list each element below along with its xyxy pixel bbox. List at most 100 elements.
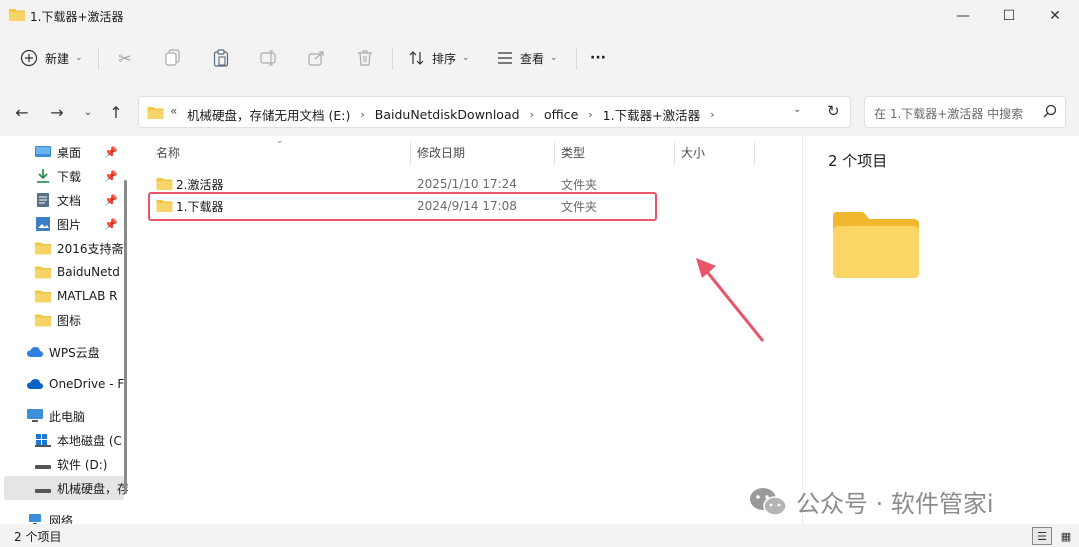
delete-button[interactable] [354, 44, 376, 72]
back-button[interactable]: ← [10, 100, 34, 124]
new-button[interactable]: 新建 ⌄ [18, 44, 83, 72]
chevron-down-icon: ⌄ [75, 53, 83, 63]
minimize-button[interactable]: — [940, 0, 986, 32]
column-divider[interactable] [554, 142, 555, 166]
chevron-down-icon: ⌄ [550, 53, 558, 63]
folder-icon [35, 266, 51, 279]
maximize-icon: ☐ [1002, 8, 1016, 24]
maximize-button[interactable]: ☐ [986, 0, 1032, 32]
plus-circle-icon [18, 47, 40, 69]
share-icon [306, 47, 328, 69]
search-box[interactable]: 在 1.下载器+激活器 中搜索 [864, 96, 1066, 128]
breadcrumb-item[interactable]: 机械硬盘，存储无用文档 (E:) [187, 105, 350, 124]
recent-locations-button[interactable]: ⌄ [76, 100, 100, 124]
tiles-view-button[interactable]: ▦ [1056, 527, 1076, 545]
file-list: ⌄ 名称 修改日期 类型 大小 2.激活器 2025/1/10 17:24 文件… [140, 136, 800, 524]
sort-label: 排序 [432, 51, 457, 66]
nav-item-desktop[interactable]: 桌面 [35, 141, 81, 163]
drive-icon [35, 489, 51, 493]
sort-button[interactable]: 排序 ⌄ [406, 44, 470, 72]
paste-button[interactable] [210, 44, 232, 72]
nav-item-documents[interactable]: 文档 [35, 189, 81, 211]
nav-item-network[interactable]: 网络 [27, 509, 73, 524]
nav-label: BaiduNetd [57, 265, 120, 279]
address-history-chevron-icon[interactable]: ⌄ [793, 104, 801, 115]
nav-item-wps-cloud[interactable]: WPS云盘 [27, 341, 100, 363]
rename-button[interactable] [258, 44, 280, 72]
breadcrumb-overflow[interactable]: « [170, 104, 177, 118]
nav-item-onedrive[interactable]: OneDrive - F [27, 373, 124, 395]
table-row[interactable]: 2.激活器 2025/1/10 17:24 文件夹 [154, 174, 664, 194]
copy-icon [162, 47, 184, 69]
cut-button[interactable]: ✂ [114, 44, 136, 72]
refresh-icon[interactable]: ↻ [827, 102, 840, 120]
arrow-right-icon: → [50, 102, 64, 122]
chevron-right-icon[interactable]: › [530, 108, 534, 121]
nav-scrollbar[interactable] [124, 180, 127, 494]
nav-label: MATLAB R [57, 289, 118, 303]
nav-item-folder[interactable]: 2016支持斋 [35, 237, 124, 259]
pin-icon: 📌 [104, 146, 118, 159]
wechat-icon [750, 487, 787, 516]
sort-indicator-icon: ⌄ [276, 136, 284, 146]
nav-item-folder[interactable]: MATLAB R [35, 285, 118, 307]
close-button[interactable]: ✕ [1032, 0, 1078, 32]
forward-button[interactable]: → [45, 100, 69, 124]
clipboard-icon [210, 47, 232, 69]
nav-item-pictures[interactable]: 图片 [35, 213, 81, 235]
nav-item-drive-c[interactable]: 本地磁盘 (C [35, 429, 122, 451]
preview-item-count: 2 个项目 [828, 152, 888, 170]
share-button[interactable] [306, 44, 328, 72]
more-icon: ··· [590, 50, 606, 66]
document-icon [37, 193, 49, 207]
breadcrumb-item[interactable]: 1.下载器+激活器 [603, 105, 700, 124]
watermark-text: 公众号 · 软件管家i [796, 490, 994, 518]
onedrive-icon [27, 379, 43, 389]
nav-item-drive-d[interactable]: 软件 (D:) [35, 453, 107, 475]
chevron-right-icon[interactable]: › [360, 108, 364, 121]
copy-button[interactable] [162, 44, 184, 72]
address-bar[interactable]: « 机械硬盘，存储无用文档 (E:) › BaiduNetdiskDownloa… [138, 96, 851, 128]
column-divider[interactable] [410, 142, 411, 166]
up-button[interactable]: ↑ [104, 100, 128, 124]
nav-item-folder[interactable]: BaiduNetd [35, 261, 120, 283]
folder-icon [35, 242, 51, 255]
close-icon: ✕ [1049, 8, 1061, 24]
large-folder-icon [833, 212, 919, 278]
chevron-right-icon[interactable]: › [710, 108, 714, 121]
nav-label: 桌面 [57, 145, 82, 160]
nav-item-drive-e[interactable]: 机械硬盘，存 [35, 477, 128, 499]
folder-icon [35, 314, 51, 327]
list-view-icon [494, 47, 516, 69]
column-header-type[interactable]: 类型 [561, 144, 585, 161]
window-title: 1.下载器+激活器 [30, 10, 124, 24]
toolbar-divider [98, 48, 99, 70]
more-options-button[interactable]: ··· [590, 44, 606, 72]
column-divider[interactable] [754, 142, 755, 166]
breadcrumb-item[interactable]: BaiduNetdiskDownload [375, 107, 520, 122]
nav-label: 本地磁盘 (C [57, 433, 122, 448]
address-row: ← → ⌄ ↑ « 机械硬盘，存储无用文档 (E:) › BaiduNetdis… [0, 92, 1079, 132]
column-divider[interactable] [674, 142, 675, 166]
details-view-button[interactable]: ☰ [1032, 527, 1052, 545]
view-button[interactable]: 查看 ⌄ [494, 44, 558, 72]
folder-icon [156, 178, 173, 190]
search-icon[interactable] [1043, 104, 1057, 122]
chevron-right-icon[interactable]: › [588, 108, 592, 121]
chevron-down-icon: ⌄ [83, 106, 93, 118]
column-header-size[interactable]: 大小 [681, 144, 705, 161]
nav-item-folder[interactable]: 图标 [35, 309, 81, 331]
nav-item-downloads[interactable]: 下载 [35, 165, 81, 187]
nav-item-this-pc[interactable]: 此电脑 [27, 405, 85, 427]
column-header-name[interactable]: 名称 [156, 144, 180, 161]
toolbar-divider [392, 48, 393, 70]
column-header-date[interactable]: 修改日期 [417, 144, 465, 161]
arrow-left-icon: ← [15, 102, 29, 122]
pin-icon: 📌 [104, 170, 118, 183]
status-bar: 2 个项目 ☰ ▦ [0, 524, 1079, 547]
breadcrumb-item[interactable]: office [544, 107, 578, 122]
folder-icon [147, 107, 164, 119]
preview-pane: 2 个项目 [802, 136, 1079, 524]
view-label: 查看 [520, 51, 545, 66]
breadcrumb: 机械硬盘，存储无用文档 (E:) › BaiduNetdiskDownload … [187, 105, 724, 124]
